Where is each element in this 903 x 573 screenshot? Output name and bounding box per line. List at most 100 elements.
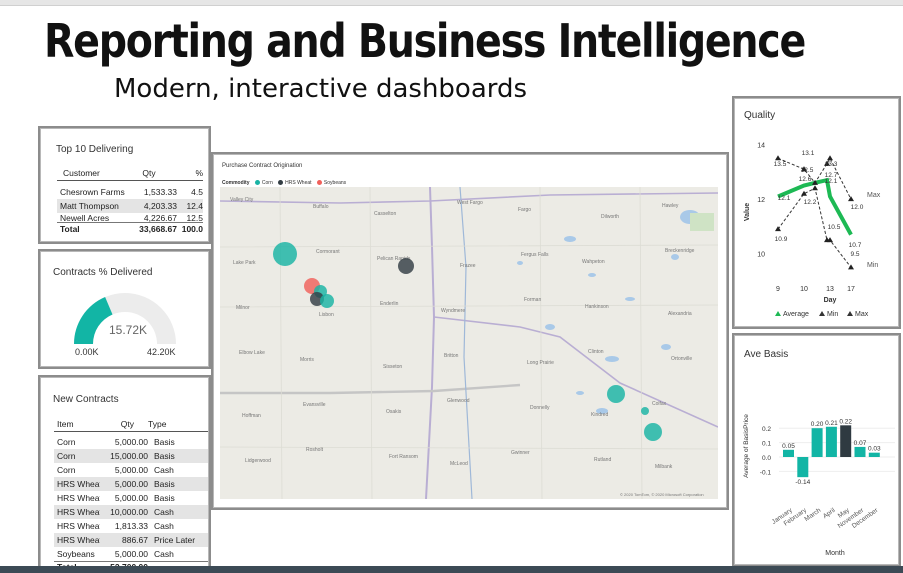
page-title: Reporting and Business Intelligence [44, 14, 806, 68]
map-bubble-corn[interactable] [644, 423, 662, 441]
quality-point-max[interactable] [848, 196, 854, 202]
basis-x-tick: March [803, 507, 822, 523]
quality-y-label: Value [744, 203, 751, 221]
basis-y-tick: -0.1 [760, 469, 772, 476]
map-place-label: Lidgerwood [245, 458, 271, 464]
col-customer[interactable]: Customer [57, 168, 129, 178]
map-place-label: Fergus Falls [521, 252, 549, 258]
basis-bar[interactable] [811, 428, 823, 457]
basis-data-label: 0.05 [782, 443, 795, 450]
map-place-label: Wyndmere [441, 308, 466, 314]
new-contracts-rows: Corn 5,000.00 Basis Corn 15,000.00 Basis Corn 5… [54, 435, 208, 561]
quality-data-label: 12.1 [778, 195, 791, 202]
map-place-label: Lisbon [319, 312, 334, 318]
basis-data-label: -0.14 [795, 479, 810, 486]
col-qty[interactable]: Qty [129, 168, 169, 178]
basis-x-tick: April [822, 507, 837, 521]
basis-data-label: 0.03 [868, 446, 881, 453]
map-bubble-corn[interactable] [641, 407, 649, 415]
basis-bar[interactable] [868, 452, 880, 457]
quality-legend-item[interactable]: Min [827, 311, 838, 318]
top10-header[interactable]: Customer Qty % [57, 165, 203, 181]
gauge-panel[interactable]: Contracts % Delivered 15.72K 0.00K 42.20… [40, 251, 209, 367]
table-row[interactable]: HRS Wheat 886.67 Price Later [54, 533, 208, 547]
basis-bar[interactable] [825, 426, 837, 457]
window-top-bar [0, 0, 903, 6]
quality-panel[interactable]: Quality 14 12 10 9 10 13 17 Day Value 12.1 13.5 13.… [734, 98, 899, 327]
map-place-label: Fort Ransom [389, 454, 418, 460]
basis-data-label: 0.21 [825, 420, 838, 427]
map-bubble-corn[interactable] [607, 385, 625, 403]
col-qty[interactable]: Qty [106, 419, 134, 429]
quality-legend-item[interactable]: Max [855, 311, 869, 318]
legend-item[interactable]: HRS Wheat [285, 180, 311, 186]
basis-y-tick: 0.2 [762, 426, 771, 433]
quality-data-label: 10.5 [828, 224, 841, 231]
table-row[interactable]: HRS Wheat 1,813.33 Cash [54, 519, 208, 533]
quality-point-max[interactable] [775, 155, 781, 161]
top10-title: Top 10 Delivering [56, 144, 134, 155]
quality-chart[interactable]: 14 12 10 9 10 13 17 Day Value 12.1 13.5 13.1 12.5 12.… [735, 99, 900, 328]
col-type[interactable]: Type [134, 419, 184, 429]
top10-panel[interactable]: Top 10 Delivering Customer Qty % Chesrow… [40, 128, 209, 242]
table-row[interactable]: HRS Wheat 5,000.00 Basis [54, 491, 208, 505]
basis-bar[interactable] [783, 449, 794, 457]
map-place-label: Colfax [652, 401, 667, 407]
map-place-label: Evansville [303, 402, 326, 408]
legend-item[interactable]: Corn [262, 180, 273, 186]
table-row[interactable]: Matt Thompson 4,203.33 12.4 [57, 199, 203, 213]
basis-bar[interactable] [854, 446, 866, 457]
table-row[interactable]: Soybeans 5,000.00 Cash [54, 547, 208, 561]
map-place-label: Ortonville [671, 356, 693, 362]
quality-point-min[interactable] [848, 264, 854, 270]
quality-point-min[interactable] [775, 226, 781, 232]
quality-series-label-max: Max [867, 192, 881, 199]
map-place-label: Milnor [236, 305, 250, 311]
map-bubble-wheat[interactable] [398, 258, 414, 274]
quality-x-label: Day [824, 297, 837, 304]
table-row[interactable]: Corn 15,000.00 Basis [54, 449, 208, 463]
map-bubble-corn[interactable] [273, 242, 297, 266]
top10-table[interactable]: Customer Qty % Chesrown Farms 1,533.33 4… [57, 165, 203, 234]
quality-data-label: 13.5 [774, 161, 787, 168]
map-canvas[interactable]: Valley City Buffalo Casselton West Fargo Far… [220, 187, 718, 499]
table-row[interactable]: Chesrown Farms 1,533.33 4.5 [57, 185, 203, 199]
quality-y-tick: 14 [757, 143, 765, 150]
table-row[interactable]: Corn 5,000.00 Basis [54, 435, 208, 449]
col-pct[interactable]: % [169, 168, 203, 178]
basis-bar[interactable] [840, 425, 852, 457]
table-row[interactable]: HRS Wheat 5,000.00 Basis [54, 477, 208, 491]
table-row[interactable]: Corn 5,000.00 Cash [54, 463, 208, 477]
quality-data-label: 10.7 [849, 242, 862, 249]
legend-swatch [316, 180, 322, 186]
map-bubble-corn[interactable] [320, 294, 334, 308]
quality-legend-item[interactable]: Average [783, 311, 809, 318]
quality-data-label: 13.3 [825, 161, 838, 168]
table-row[interactable]: HRS Wheat 10,000.00 Cash [54, 505, 208, 519]
quality-x-tick: 13 [826, 286, 834, 293]
new-contracts-panel[interactable]: New Contracts Item Qty Type Corn 5,000.00… [40, 377, 209, 573]
quality-point-max[interactable] [827, 155, 833, 161]
map-place-label: Casselton [374, 211, 397, 217]
map-place-label: Morris [300, 357, 314, 363]
gauge-chart[interactable] [41, 252, 210, 368]
quality-legend-marker [847, 311, 853, 316]
quality-data-label: 12.6 [799, 176, 812, 183]
new-contracts-table[interactable]: Item Qty Type Corn 5,000.00 Basis Corn 15,00… [54, 416, 208, 572]
map-place-label: Osakis [386, 409, 402, 415]
map-attribution: © 2020 TomTom, © 2020 Microsoft Corporat… [620, 492, 704, 497]
ave-basis-chart[interactable]: 0.20.10.0-0.10.05January-0.14February0.2… [735, 336, 900, 566]
table-row[interactable]: Newell Acres 4,226.67 12.5 [57, 213, 203, 222]
basis-bar[interactable] [797, 457, 809, 478]
new-contracts-header[interactable]: Item Qty Type [54, 416, 208, 432]
quality-x-tick: 10 [800, 286, 808, 293]
legend-item[interactable]: Soybeans [324, 180, 346, 186]
quality-point-min[interactable] [801, 190, 807, 196]
quality-x-tick: 17 [847, 286, 855, 293]
map-place-label: Breckenridge [665, 248, 695, 254]
ave-basis-panel[interactable]: Ave Basis 0.2 0.1 0.0 -0.1 0.05 January -0.14 F… [734, 335, 899, 565]
col-item[interactable]: Item [54, 419, 106, 429]
map-legend: Commodity Corn HRS Wheat Soybeans [222, 180, 346, 186]
quality-point-min[interactable] [812, 185, 818, 191]
map-place-label: Elbow Lake [239, 350, 265, 356]
